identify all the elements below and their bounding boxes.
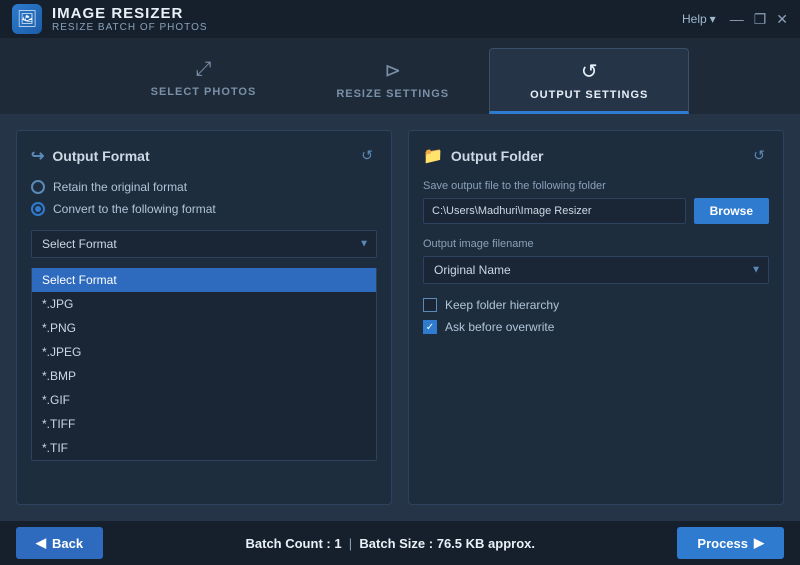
- select-photos-icon: ⤢: [195, 58, 211, 81]
- ask-overwrite-check-item[interactable]: ✓ Ask before overwrite: [423, 320, 769, 334]
- back-icon: ◀: [36, 535, 46, 551]
- tab-resize-settings[interactable]: ⊳ RESIZE SETTINGS: [296, 48, 489, 114]
- main-content: ↪ Output Format ↺ Retain the original fo…: [0, 114, 800, 521]
- nav-tabs: ⤢ SELECT PHOTOS ⊳ RESIZE SETTINGS ↺ OUTP…: [0, 38, 800, 114]
- format-option-tif[interactable]: *.TIF: [32, 436, 376, 460]
- batch-size-value: 76.5 KB approx.: [437, 536, 535, 551]
- app-icon: 🖼: [12, 4, 42, 34]
- minimize-button[interactable]: —: [730, 12, 744, 26]
- format-option-tiff[interactable]: *.TIFF: [32, 412, 376, 436]
- process-button[interactable]: Process ▶: [677, 527, 784, 559]
- output-folder-icon: 📁: [423, 146, 443, 166]
- app-title: IMAGE RESIZER: [52, 5, 208, 22]
- format-option-select-format[interactable]: Select Format: [32, 268, 376, 292]
- resize-settings-label: RESIZE SETTINGS: [336, 88, 449, 100]
- format-select-box[interactable]: Select Format: [31, 230, 377, 258]
- format-select-wrapper: Select Format ▼: [31, 230, 377, 258]
- app-title-block: IMAGE RESIZER RESIZE BATCH OF PHOTOS: [52, 5, 208, 33]
- close-button[interactable]: ✕: [776, 12, 788, 26]
- convert-format-radio[interactable]: Convert to the following format: [31, 202, 377, 216]
- tab-select-photos[interactable]: ⤢ SELECT PHOTOS: [111, 48, 297, 114]
- retain-original-label: Retain the original format: [53, 180, 187, 194]
- folder-path-row: Browse: [423, 198, 769, 224]
- output-folder-panel: 📁 Output Folder ↺ Save output file to th…: [408, 130, 784, 505]
- output-settings-label: OUTPUT SETTINGS: [530, 89, 648, 101]
- format-dropdown-list: Select Format *.JPG *.PNG *.JPEG *.BMP *…: [31, 268, 377, 461]
- output-folder-header: 📁 Output Folder ↺: [423, 145, 769, 166]
- status-bar: ◀ Back Batch Count : 1 | Batch Size : 76…: [0, 521, 800, 565]
- browse-button[interactable]: Browse: [694, 198, 769, 224]
- output-format-panel: ↪ Output Format ↺ Retain the original fo…: [16, 130, 392, 505]
- output-settings-icon: ↺: [581, 59, 598, 84]
- save-folder-label: Save output file to the following folder: [423, 180, 769, 192]
- restore-button[interactable]: ❐: [754, 12, 767, 26]
- format-option-png[interactable]: *.PNG: [32, 316, 376, 340]
- batch-count-label: Batch Count :: [246, 536, 331, 551]
- convert-format-label: Convert to the following format: [53, 202, 216, 216]
- format-option-jpg[interactable]: *.JPG: [32, 292, 376, 316]
- title-bar: 🖼 IMAGE RESIZER RESIZE BATCH OF PHOTOS H…: [0, 0, 800, 38]
- keep-hierarchy-label: Keep folder hierarchy: [445, 298, 559, 312]
- filename-select-wrapper: Original Name ▼: [423, 256, 769, 284]
- retain-original-radio[interactable]: Retain the original format: [31, 180, 377, 194]
- title-bar-left: 🖼 IMAGE RESIZER RESIZE BATCH OF PHOTOS: [12, 4, 208, 34]
- output-format-reset-button[interactable]: ↺: [357, 145, 377, 166]
- keep-hierarchy-checkbox[interactable]: [423, 298, 437, 312]
- checkbox-group: Keep folder hierarchy ✓ Ask before overw…: [423, 298, 769, 334]
- folder-path-input[interactable]: [423, 198, 686, 224]
- app-subtitle: RESIZE BATCH OF PHOTOS: [52, 22, 208, 33]
- ask-overwrite-label: Ask before overwrite: [445, 320, 554, 334]
- filename-select[interactable]: Original Name: [423, 256, 769, 284]
- retain-radio-circle: [31, 180, 45, 194]
- ask-overwrite-checkbox[interactable]: ✓: [423, 320, 437, 334]
- format-option-jpeg[interactable]: *.JPEG: [32, 340, 376, 364]
- format-option-gif[interactable]: *.GIF: [32, 388, 376, 412]
- help-button[interactable]: Help ▾: [682, 12, 716, 26]
- select-photos-label: SELECT PHOTOS: [151, 86, 257, 98]
- format-select-value: Select Format: [42, 237, 117, 251]
- title-bar-right: Help ▾ — ❐ ✕: [682, 12, 788, 26]
- process-label: Process: [697, 536, 748, 551]
- keep-hierarchy-check-item[interactable]: Keep folder hierarchy: [423, 298, 769, 312]
- output-folder-reset-button[interactable]: ↺: [749, 145, 769, 166]
- batch-count-value: 1: [334, 536, 341, 551]
- output-format-header: ↪ Output Format ↺: [31, 145, 377, 166]
- window-controls: — ❐ ✕: [730, 12, 788, 26]
- convert-radio-circle: [31, 202, 45, 216]
- format-option-bmp[interactable]: *.BMP: [32, 364, 376, 388]
- output-format-title: Output Format: [52, 148, 149, 164]
- tab-output-settings[interactable]: ↺ OUTPUT SETTINGS: [489, 48, 689, 114]
- process-icon: ▶: [754, 535, 764, 551]
- output-folder-title: Output Folder: [451, 148, 544, 164]
- back-label: Back: [52, 536, 83, 551]
- back-button[interactable]: ◀ Back: [16, 527, 103, 559]
- filename-label: Output image filename: [423, 238, 769, 250]
- filename-select-value: Original Name: [434, 263, 511, 277]
- batch-size-label: Batch Size :: [359, 536, 433, 551]
- batch-info: Batch Count : 1 | Batch Size : 76.5 KB a…: [246, 536, 535, 551]
- format-radio-group: Retain the original format Convert to th…: [31, 180, 377, 216]
- output-format-icon: ↪: [31, 146, 44, 166]
- resize-settings-icon: ⊳: [384, 58, 401, 83]
